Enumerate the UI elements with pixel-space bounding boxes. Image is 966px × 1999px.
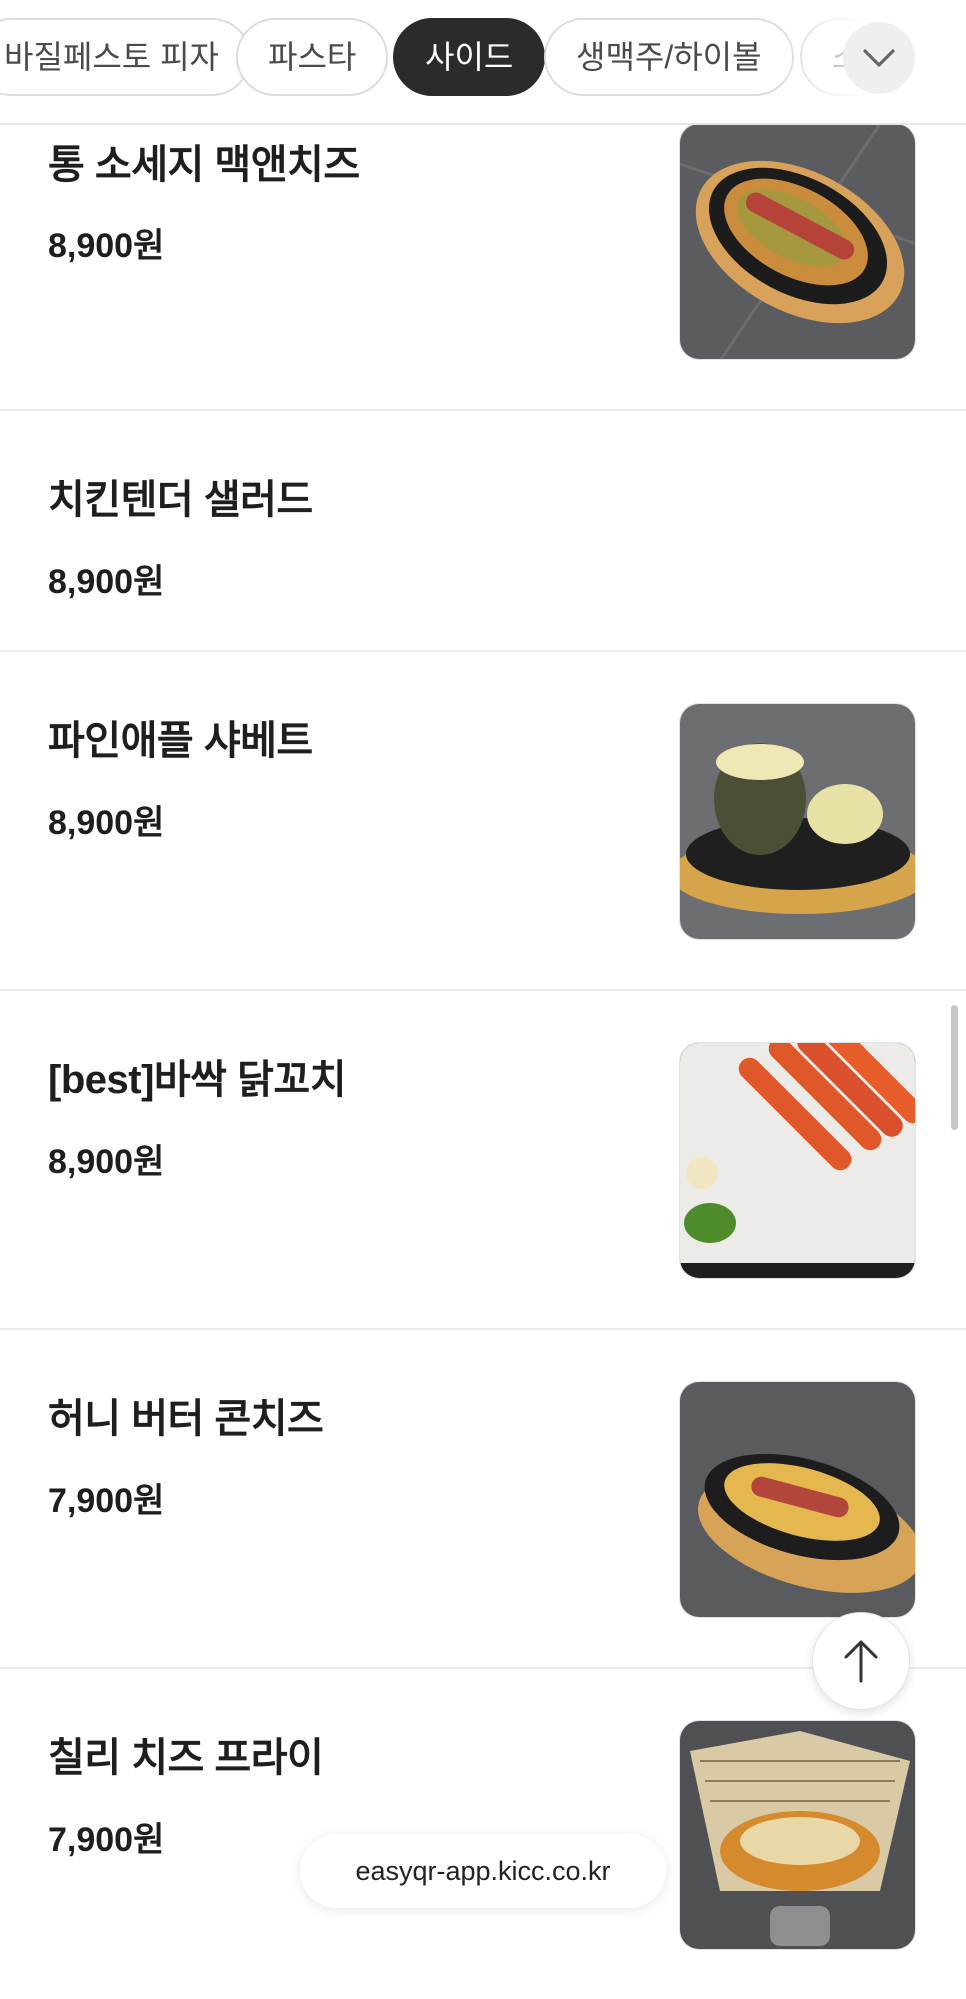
menu-item-name: [best]바싹 닭꼬치 (48, 1058, 347, 1102)
browser-url-bar[interactable]: easyqr-app.kicc.co.kr (300, 1834, 666, 1908)
url-text: easyqr-app.kicc.co.kr (355, 1856, 611, 1886)
chicken-skewers-photo (679, 1042, 916, 1279)
menu-item-name: 치킨텐더 샐러드 (48, 478, 313, 522)
tab-pasta[interactable]: 파스타 (236, 18, 389, 96)
menu-item-name: 파인애플 샤베트 (48, 719, 313, 763)
menu-item[interactable]: 파인애플 샤베트 8,900원 (0, 652, 966, 991)
category-tab-bar: 바질페스토 피자 파스타 사이드 생맥주/하이볼 소 (0, 0, 966, 125)
sausage-mac-cheese-photo (679, 123, 916, 360)
honey-butter-corn-cheese-photo (679, 1381, 916, 1618)
chevron-down-icon (863, 49, 895, 67)
menu-item-price: 8,900원 (48, 227, 165, 265)
arrow-up-icon (844, 1640, 878, 1683)
menu-item[interactable]: 허니 버터 콘치즈 7,900원 (0, 1330, 966, 1669)
scroll-to-top-button[interactable] (812, 1612, 910, 1710)
menu-item-price: 8,900원 (48, 804, 165, 842)
scrollbar[interactable] (951, 1005, 958, 1130)
tab-side[interactable]: 사이드 (393, 18, 546, 96)
menu-item-price: 7,900원 (48, 1482, 165, 1520)
tab-draft-beer-highball[interactable]: 생맥주/하이볼 (544, 18, 794, 96)
expand-categories-button[interactable] (843, 22, 915, 94)
menu-item-name: 통 소세지 맥앤치즈 (48, 143, 360, 187)
menu-item-name: 허니 버터 콘치즈 (48, 1397, 324, 1441)
menu-item-name: 칠리 치즈 프라이 (48, 1736, 324, 1780)
chili-cheese-fries-photo (679, 1720, 916, 1950)
tab-basil-pesto-pizza[interactable]: 바질페스토 피자 (0, 18, 251, 96)
menu-item-price: 8,900원 (48, 1143, 165, 1181)
menu-item[interactable]: [best]바싹 닭꼬치 8,900원 (0, 991, 966, 1330)
pineapple-sherbet-photo (679, 703, 916, 940)
menu-item-price: 8,900원 (48, 563, 165, 601)
menu-item-price: 7,900원 (48, 1821, 165, 1859)
menu-item[interactable]: 치킨텐더 샐러드 8,900원 (0, 411, 966, 652)
